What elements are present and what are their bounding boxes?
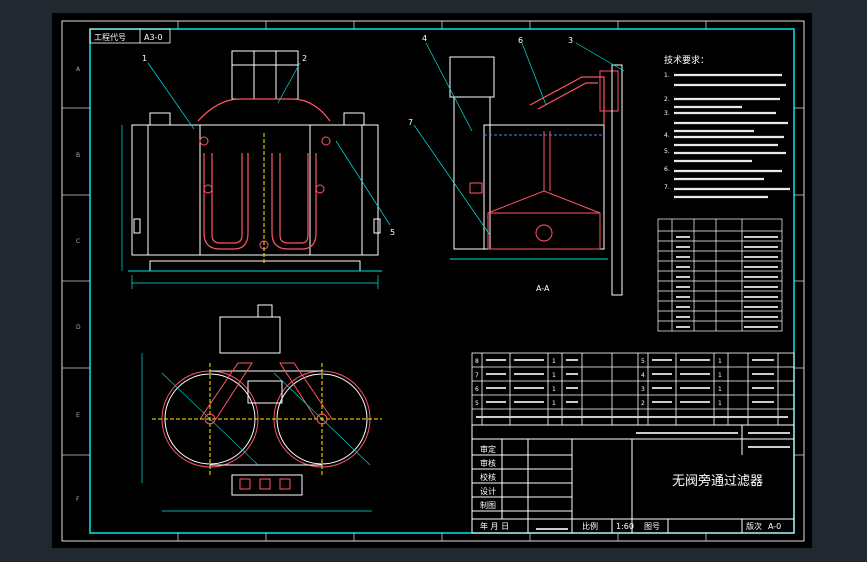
callout-leaders: [147, 42, 625, 236]
role-label: 制图: [480, 500, 496, 510]
zone-letter: C: [76, 238, 80, 245]
bom-row-number: 3: [641, 386, 645, 393]
engineering-drawing: A B C D E F 工程代号 A3-0 A-A 1 2 3 4 5 6 7 …: [61, 20, 805, 542]
code-box-value: A3-0: [144, 33, 163, 42]
role-label: 设计: [480, 486, 496, 496]
bom-qty: 1: [552, 358, 556, 365]
callout-number: 5: [390, 228, 395, 237]
scale-value: 1:60: [616, 522, 634, 531]
bom-qty: 1: [718, 400, 722, 407]
tech-note: 1.: [664, 72, 670, 79]
sheet-label: 版次: [746, 521, 762, 531]
callout-number: 1: [142, 54, 147, 63]
zone-letters: A B C D E F: [76, 66, 81, 503]
bom-row-number: 2: [641, 400, 645, 407]
bom-row-number: 8: [475, 358, 479, 365]
bom-qty: 1: [718, 372, 722, 379]
zone-letter: B: [76, 152, 80, 159]
role-label: 审定: [480, 444, 496, 454]
cad-viewport: A B C D E F 工程代号 A3-0 A-A 1 2 3 4 5 6 7 …: [0, 0, 867, 562]
scale-label: 比例: [582, 521, 598, 531]
title-block-roles: 审定 审核 校核 设计 制图: [480, 444, 496, 510]
bom-rows: 8 1 5 1 7 1 4 1 6 1 3 1 5 1 2 1: [475, 358, 722, 407]
callout-number: 3: [568, 36, 573, 45]
role-label: 审核: [480, 458, 496, 468]
tech-notes: 1. 2. 3. 4. 5. 6. 7.: [664, 72, 670, 191]
tech-note: 5.: [664, 148, 670, 155]
tech-notes-title: 技术要求：: [664, 54, 709, 66]
tech-note: 2.: [664, 96, 670, 103]
bom-row-number: 5: [475, 400, 479, 407]
callout-number: 6: [518, 36, 523, 45]
tech-note-lines: [674, 73, 790, 199]
tech-note: 6.: [664, 166, 670, 173]
drawing-title: 无阀旁通过滤器: [672, 473, 763, 489]
role-label: 校核: [480, 472, 496, 482]
zone-letter: A: [76, 66, 81, 73]
callout-numbers: 1 2 3 4 5 6 7: [142, 34, 573, 237]
tech-note: 4.: [664, 132, 670, 139]
front-view: [128, 50, 382, 272]
parts-list-upper: [657, 218, 783, 332]
bom-text-strokes: [476, 359, 788, 418]
side-view: [449, 56, 623, 296]
zone-letter: E: [76, 412, 80, 419]
bom-row-number: 7: [475, 372, 479, 379]
sheet-value: A-0: [768, 522, 781, 531]
callout-number: 2: [302, 54, 307, 63]
tech-note: 3.: [664, 110, 670, 117]
zone-letter: D: [76, 324, 81, 331]
bom-row-number: 5: [641, 358, 645, 365]
bom-row-number: 4: [641, 372, 645, 379]
bom-qty: 1: [718, 358, 722, 365]
plan-view: [152, 304, 382, 496]
bom-qty: 1: [552, 386, 556, 393]
bom-qty: 1: [552, 400, 556, 407]
bom-qty: 1: [552, 372, 556, 379]
front-dimensions: [121, 125, 379, 289]
code-box-label: 工程代号: [94, 32, 126, 42]
parts-list-upper-text: [676, 236, 778, 328]
date-label: 年 月 日: [480, 521, 509, 531]
callout-number: 4: [422, 34, 427, 43]
bom-qty: 1: [718, 386, 722, 393]
zone-letter: F: [76, 496, 80, 503]
callout-number: 7: [408, 118, 413, 127]
drawing-sheet: A B C D E F 工程代号 A3-0 A-A 1 2 3 4 5 6 7 …: [52, 13, 812, 548]
tech-note: 7.: [664, 184, 670, 191]
section-label: A-A: [536, 284, 550, 293]
drawing-no-label: 图号: [644, 522, 660, 531]
bom-row-number: 6: [475, 386, 479, 393]
